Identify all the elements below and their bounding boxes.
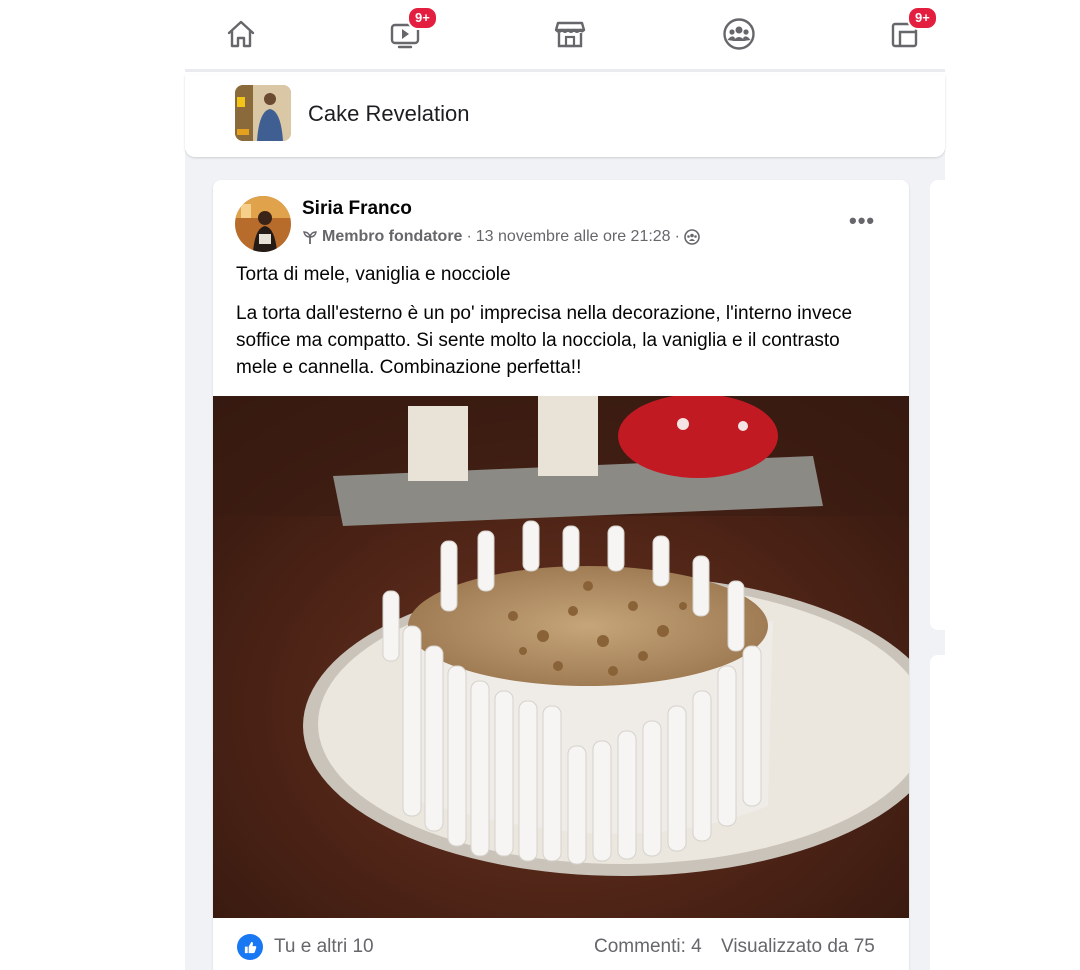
facebook-window: 9+ 9+ Cake Revelation Siria Franco Membr…	[0, 0, 1080, 970]
watch-notification-badge: 9+	[407, 6, 438, 30]
side-card	[930, 180, 960, 630]
meta-separator: ·	[674, 228, 680, 245]
post-footer: Tu e altri 10 Commenti: 4 Visualizzato d…	[213, 918, 909, 970]
meta-separator: ·	[466, 228, 472, 245]
home-icon	[227, 20, 255, 48]
group-audience-icon	[684, 229, 700, 245]
author-name[interactable]: Siria Franco	[302, 198, 412, 220]
group-cover-image[interactable]	[235, 85, 291, 141]
nav-groups[interactable]	[719, 14, 759, 54]
more-options-button[interactable]: •••	[849, 208, 875, 234]
group-header[interactable]: Cake Revelation	[185, 75, 945, 157]
author-avatar[interactable]	[235, 196, 291, 252]
side-card	[930, 655, 960, 970]
top-navigation-bar: 9+ 9+	[185, 0, 945, 72]
nav-watch[interactable]: 9+	[385, 6, 438, 54]
post-timestamp[interactable]: 13 novembre alle ore 21:28	[476, 228, 671, 246]
nav-home[interactable]	[221, 14, 261, 54]
post-photo[interactable]	[213, 396, 909, 918]
sprout-icon	[303, 231, 317, 244]
marketplace-icon	[554, 21, 586, 48]
member-role[interactable]: Membro fondatore	[322, 228, 462, 246]
post-body: La torta dall'esterno è un po' imprecisa…	[236, 303, 853, 378]
like-reaction-icon[interactable]	[237, 934, 263, 960]
groups-icon	[723, 18, 755, 50]
nav-marketplace[interactable]	[550, 14, 590, 54]
post-title: Torta di mele, vaniglia e nocciole	[236, 264, 511, 285]
post-meta: Membro fondatore · 13 novembre alle ore …	[302, 228, 700, 246]
feed-post: Siria Franco Membro fondatore · 13 novem…	[213, 180, 909, 970]
likes-count[interactable]: Tu e altri 10	[274, 936, 374, 958]
comments-count[interactable]: Commenti: 4	[594, 936, 702, 958]
views-count: Visualizzato da 75	[721, 936, 875, 957]
gaming-notification-badge: 9+	[907, 6, 938, 30]
group-name[interactable]: Cake Revelation	[308, 101, 469, 127]
nav-gaming[interactable]: 9+	[885, 6, 938, 54]
